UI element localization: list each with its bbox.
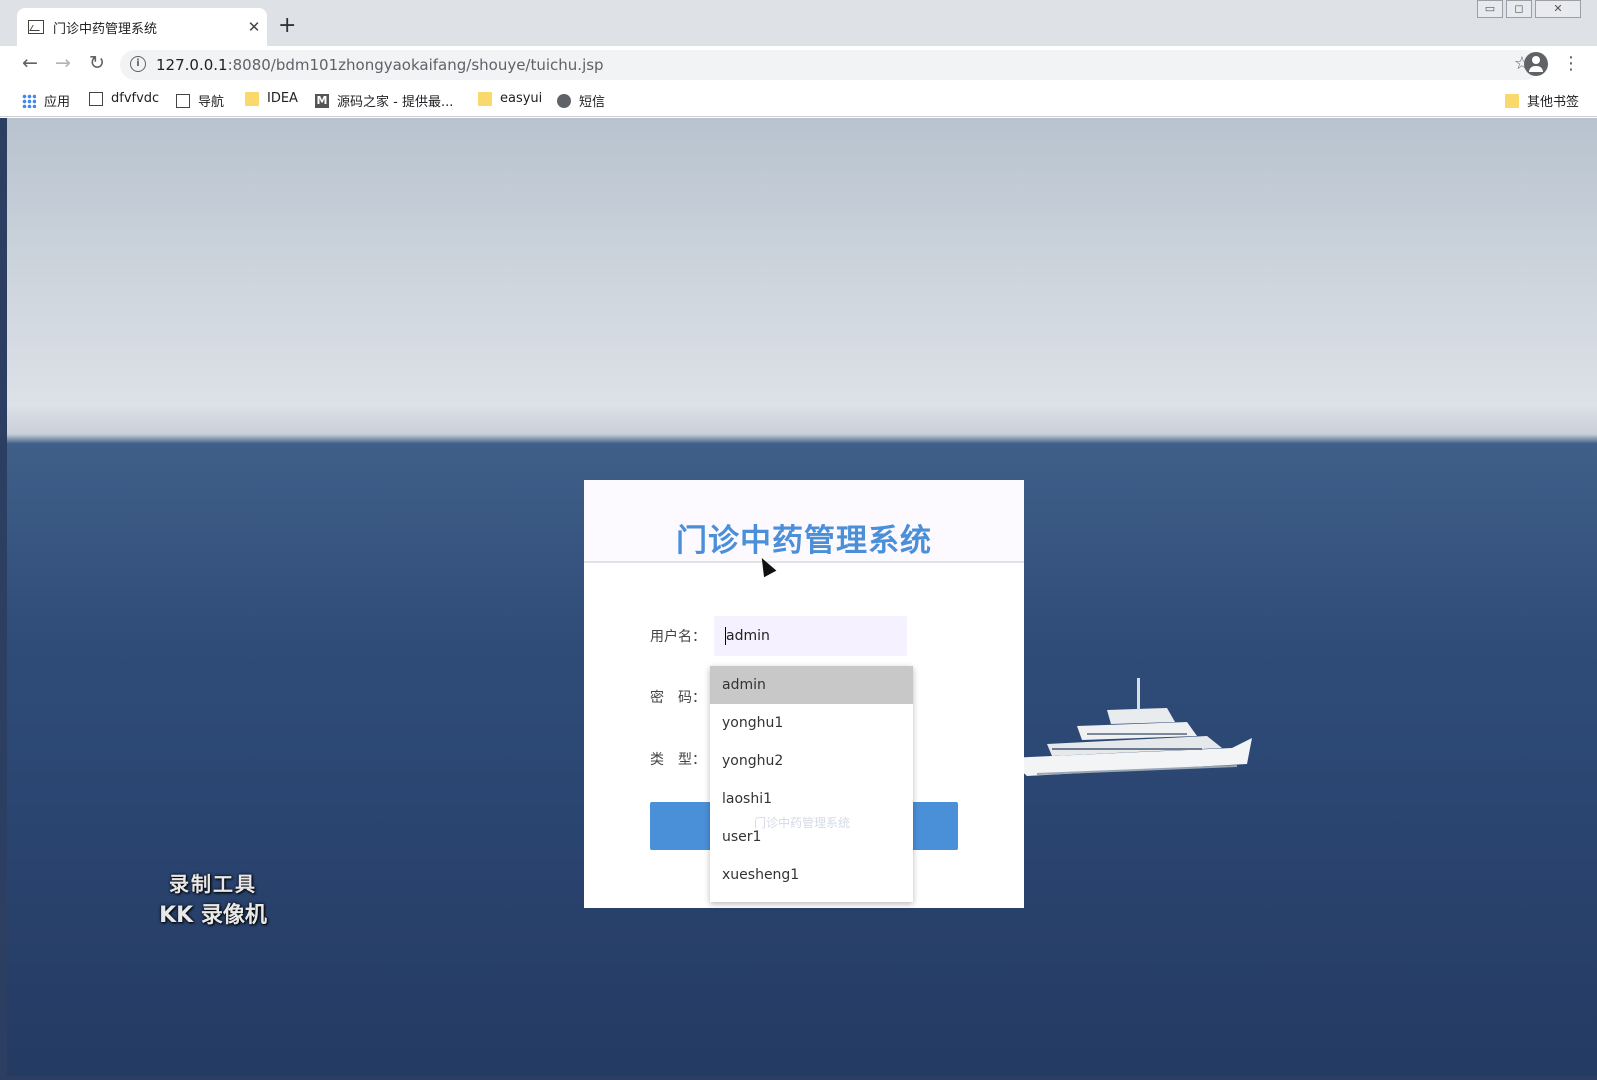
text-caret bbox=[725, 627, 726, 645]
site-info-icon[interactable]: i bbox=[130, 56, 146, 72]
bookmark-label: 源码之家 - 提供最... bbox=[337, 95, 454, 110]
bookmark-label: IDEA bbox=[267, 91, 298, 106]
window-close-button[interactable]: ✕ bbox=[1535, 0, 1581, 18]
bookmarks-bar: 应用 dfvfvdc 导航 IDEA M 源码之家 - 提供最... easyu… bbox=[0, 84, 1597, 117]
bookmark-label: 应用 bbox=[44, 95, 71, 110]
reload-button[interactable]: ↻ bbox=[84, 52, 110, 74]
footer-text: 门诊中药管理系统 bbox=[753, 816, 850, 830]
folder-icon bbox=[245, 91, 259, 106]
profile-avatar-icon[interactable] bbox=[1524, 52, 1548, 76]
password-label: 密 码： bbox=[650, 690, 706, 706]
url-text[interactable]: 127.0.0.1:8080/bdm101zhongyaokaifang/sho… bbox=[156, 56, 604, 74]
window-controls: ▭ ◻ ✕ bbox=[1474, 0, 1581, 18]
bookmark-apps[interactable]: 应用 bbox=[22, 91, 70, 110]
watermark-line2: KK 录像机 bbox=[159, 903, 267, 928]
browser-tab[interactable]: 门诊中药管理系统 ✕ bbox=[17, 8, 267, 46]
tab-title: 门诊中药管理系统 bbox=[53, 21, 158, 37]
folder-icon bbox=[478, 91, 492, 106]
m-icon: M bbox=[315, 93, 329, 108]
autocomplete-option-yonghu2[interactable]: yonghu2 bbox=[710, 742, 913, 780]
tab-close-icon[interactable]: ✕ bbox=[241, 18, 267, 36]
back-button[interactable]: ← bbox=[17, 52, 43, 74]
autocomplete-option-laoshi1[interactable]: laoshi1 bbox=[710, 780, 913, 818]
folder-icon bbox=[1505, 93, 1519, 108]
login-header: 门诊中药管理系统 bbox=[584, 480, 1024, 563]
restore-button[interactable]: ◻ bbox=[1506, 0, 1532, 18]
bookmark-duanxin[interactable]: 短信 bbox=[557, 91, 605, 110]
username-value: admin bbox=[726, 628, 770, 644]
address-bar[interactable]: i 127.0.0.1:8080/bdm101zhongyaokaifang/s… bbox=[120, 50, 1540, 80]
autocomplete-option-yonghu1[interactable]: yonghu1 bbox=[710, 704, 913, 742]
toolbar: ← → ↻ i 127.0.0.1:8080/bdm101zhongyaokai… bbox=[0, 46, 1597, 84]
browser-chrome: 门诊中药管理系统 ✕ + ▭ ◻ ✕ ← → ↻ i 127.0.0.1:808… bbox=[0, 0, 1597, 118]
tab-strip: 门诊中药管理系统 ✕ + ▭ ◻ ✕ bbox=[0, 0, 1597, 46]
apps-icon bbox=[22, 93, 36, 108]
yacht-image bbox=[1007, 678, 1252, 776]
bookmark-label: easyui bbox=[500, 91, 543, 106]
url-host: 127.0.0.1 bbox=[156, 56, 228, 74]
bookmark-idea[interactable]: IDEA bbox=[245, 91, 298, 106]
bookmark-daohang[interactable]: 导航 bbox=[176, 91, 224, 110]
image-icon bbox=[89, 91, 103, 106]
globe-icon bbox=[557, 93, 571, 108]
autocomplete-option-xuesheng1[interactable]: xuesheng1 bbox=[710, 856, 913, 894]
username-input[interactable]: admin bbox=[714, 616, 907, 656]
username-label: 用户名： bbox=[650, 629, 706, 645]
url-path: :8080/bdm101zhongyaokaifang/shouye/tuich… bbox=[227, 56, 604, 74]
login-card: 门诊中药管理系统 用户名： admin 密 码： 类 型： admin yong… bbox=[584, 480, 1024, 908]
bookmark-label: 短信 bbox=[579, 95, 606, 110]
bookmark-dfvfvdc[interactable]: dfvfvdc bbox=[89, 91, 159, 106]
other-bookmarks[interactable]: 其他书签 bbox=[1505, 91, 1579, 110]
minimize-button[interactable]: ▭ bbox=[1477, 0, 1503, 18]
autocomplete-option-admin[interactable]: admin bbox=[710, 666, 913, 704]
type-label: 类 型： bbox=[650, 752, 706, 768]
page-viewport: 门诊中药管理系统 用户名： admin 密 码： 类 型： admin yong… bbox=[7, 118, 1597, 1076]
forward-button[interactable]: → bbox=[50, 52, 76, 74]
bookmark-label: 导航 bbox=[198, 95, 225, 110]
page-favicon-icon bbox=[28, 20, 44, 34]
username-autocomplete: admin yonghu1 yonghu2 laoshi1 user1 xues… bbox=[710, 666, 913, 902]
bookmark-yuanma[interactable]: M 源码之家 - 提供最... bbox=[315, 91, 453, 110]
image-icon bbox=[176, 93, 190, 108]
browser-menu-icon[interactable]: ⋮ bbox=[1562, 52, 1580, 76]
bookmark-label: 其他书签 bbox=[1527, 95, 1580, 110]
system-title: 门诊中药管理系统 bbox=[676, 523, 932, 559]
bookmark-label: dfvfvdc bbox=[111, 91, 160, 106]
new-tab-button[interactable]: + bbox=[278, 13, 296, 38]
recorder-watermark: 录制工具 KK 录像机 bbox=[138, 868, 288, 929]
watermark-line1: 录制工具 bbox=[169, 872, 257, 896]
bookmark-easyui[interactable]: easyui bbox=[478, 91, 542, 106]
